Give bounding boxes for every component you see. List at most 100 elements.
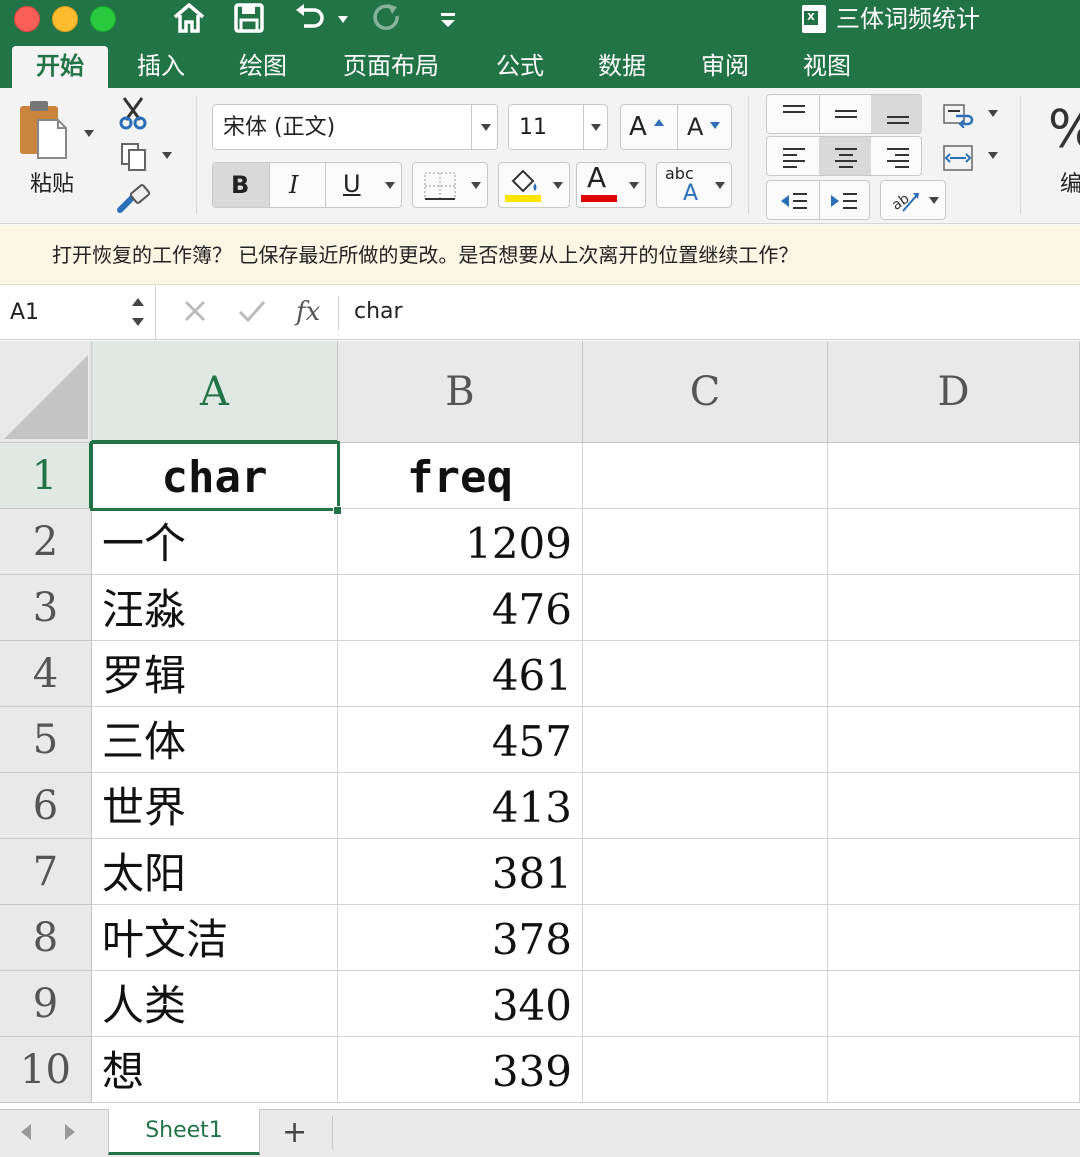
row-header[interactable]: 1 <box>0 443 92 509</box>
cell-A3[interactable]: 汪淼 <box>92 575 338 641</box>
cell-D7[interactable] <box>828 839 1080 905</box>
cell-B2[interactable]: 1209 <box>338 509 583 575</box>
wrap-text-icon[interactable] <box>942 102 978 132</box>
cell-B8[interactable]: 378 <box>338 905 583 971</box>
fill-handle[interactable] <box>333 506 342 515</box>
row-header[interactable]: 4 <box>0 641 92 707</box>
fill-color-button[interactable] <box>498 162 570 208</box>
cell-B4[interactable]: 461 <box>338 641 583 707</box>
cell-B7[interactable]: 381 <box>338 839 583 905</box>
borders-button[interactable] <box>412 162 488 208</box>
tab-page-layout[interactable]: 页面布局 <box>330 46 452 88</box>
cell-D2[interactable] <box>828 509 1080 575</box>
cell-C2[interactable] <box>583 509 828 575</box>
previous-sheet-icon[interactable] <box>18 1122 34 1147</box>
cell-D10[interactable] <box>828 1037 1080 1103</box>
decrease-font-size-button[interactable]: A <box>687 114 703 140</box>
orientation-button[interactable]: ab <box>880 180 946 220</box>
underline-dropdown-icon[interactable] <box>385 182 395 189</box>
cell-D3[interactable] <box>828 575 1080 641</box>
tab-view[interactable]: 视图 <box>788 46 866 88</box>
cell-B3[interactable]: 476 <box>338 575 583 641</box>
next-sheet-icon[interactable] <box>62 1122 78 1147</box>
merge-center-icon[interactable] <box>942 144 974 176</box>
cell-A2[interactable]: 一个 <box>92 509 338 575</box>
row-header[interactable]: 6 <box>0 773 92 839</box>
cell-A7[interactable]: 太阳 <box>92 839 338 905</box>
cancel-entry-icon[interactable] <box>180 296 210 333</box>
wrap-text-dropdown-icon[interactable] <box>988 110 998 117</box>
cell-C9[interactable] <box>583 971 828 1037</box>
copy-icon[interactable] <box>120 142 148 176</box>
confirm-entry-icon[interactable] <box>236 296 268 333</box>
row-header[interactable]: 7 <box>0 839 92 905</box>
add-sheet-button[interactable]: + <box>282 1116 307 1150</box>
cell-D6[interactable] <box>828 773 1080 839</box>
increase-font-size-button[interactable]: A <box>629 114 647 140</box>
select-all-button[interactable] <box>0 341 92 443</box>
cell-B5[interactable]: 457 <box>338 707 583 773</box>
underline-button[interactable]: U <box>343 171 361 197</box>
align-top-icon[interactable] <box>781 103 807 127</box>
cell-A5[interactable]: 三体 <box>92 707 338 773</box>
tab-draw[interactable]: 绘图 <box>224 46 302 88</box>
cell-C10[interactable] <box>583 1037 828 1103</box>
row-header[interactable]: 2 <box>0 509 92 575</box>
italic-button[interactable]: I <box>289 172 298 198</box>
paste-button[interactable] <box>16 98 76 174</box>
copy-dropdown-icon[interactable] <box>162 152 172 159</box>
font-size-select[interactable]: 11 <box>508 104 608 150</box>
cell-D1[interactable] <box>828 443 1080 509</box>
cell-A10[interactable]: 想 <box>92 1037 338 1103</box>
font-name-select[interactable]: 宋体 (正文) <box>212 104 498 150</box>
align-right-icon[interactable] <box>885 145 911 169</box>
cell-D8[interactable] <box>828 905 1080 971</box>
cell-B9[interactable]: 340 <box>338 971 583 1037</box>
cell-B6[interactable]: 413 <box>338 773 583 839</box>
tab-home[interactable]: 开始 <box>12 46 108 88</box>
cell-C6[interactable] <box>583 773 828 839</box>
decrease-indent-icon[interactable] <box>779 189 809 213</box>
column-header-c[interactable]: C <box>583 341 828 443</box>
merge-dropdown-icon[interactable] <box>988 152 998 159</box>
cell-B1[interactable]: freq <box>338 443 583 509</box>
column-header-a[interactable]: A <box>92 341 338 443</box>
cell-B10[interactable]: 339 <box>338 1037 583 1103</box>
paste-dropdown-icon[interactable] <box>84 130 94 137</box>
name-box-stepper-icon[interactable] <box>130 294 146 332</box>
row-header[interactable]: 10 <box>0 1037 92 1103</box>
minimize-window-button[interactable] <box>52 6 78 32</box>
close-window-button[interactable] <box>14 6 40 32</box>
row-header[interactable]: 9 <box>0 971 92 1037</box>
home-icon[interactable] <box>172 2 206 34</box>
name-box[interactable]: A1 <box>0 286 156 340</box>
save-icon[interactable] <box>233 2 265 34</box>
tab-review[interactable]: 审阅 <box>686 46 764 88</box>
cell-D4[interactable] <box>828 641 1080 707</box>
align-left-icon[interactable] <box>781 145 807 169</box>
insert-function-button[interactable]: fx <box>296 296 320 328</box>
row-header[interactable]: 5 <box>0 707 92 773</box>
cell-A6[interactable]: 世界 <box>92 773 338 839</box>
font-color-button[interactable]: A <box>576 162 646 208</box>
align-middle-icon[interactable] <box>833 103 859 127</box>
cell-C7[interactable] <box>583 839 828 905</box>
cell-C4[interactable] <box>583 641 828 707</box>
cell-C5[interactable] <box>583 707 828 773</box>
row-header[interactable]: 8 <box>0 905 92 971</box>
cell-C3[interactable] <box>583 575 828 641</box>
zoom-window-button[interactable] <box>90 6 116 32</box>
phonetic-guide-button[interactable]: abc A <box>656 162 732 208</box>
undo-icon[interactable] <box>292 2 326 34</box>
row-header[interactable]: 3 <box>0 575 92 641</box>
formula-input[interactable]: char <box>354 298 403 326</box>
tab-insert[interactable]: 插入 <box>122 46 200 88</box>
customize-toolbar-icon[interactable] <box>438 2 458 34</box>
percent-format-button[interactable]: % <box>1048 102 1080 158</box>
tab-data[interactable]: 数据 <box>584 46 660 88</box>
sheet-tab-sheet1[interactable]: Sheet1 <box>108 1109 260 1155</box>
cut-icon[interactable] <box>118 96 148 134</box>
cell-D9[interactable] <box>828 971 1080 1037</box>
cell-A1[interactable]: char <box>92 443 338 509</box>
cell-A4[interactable]: 罗辑 <box>92 641 338 707</box>
